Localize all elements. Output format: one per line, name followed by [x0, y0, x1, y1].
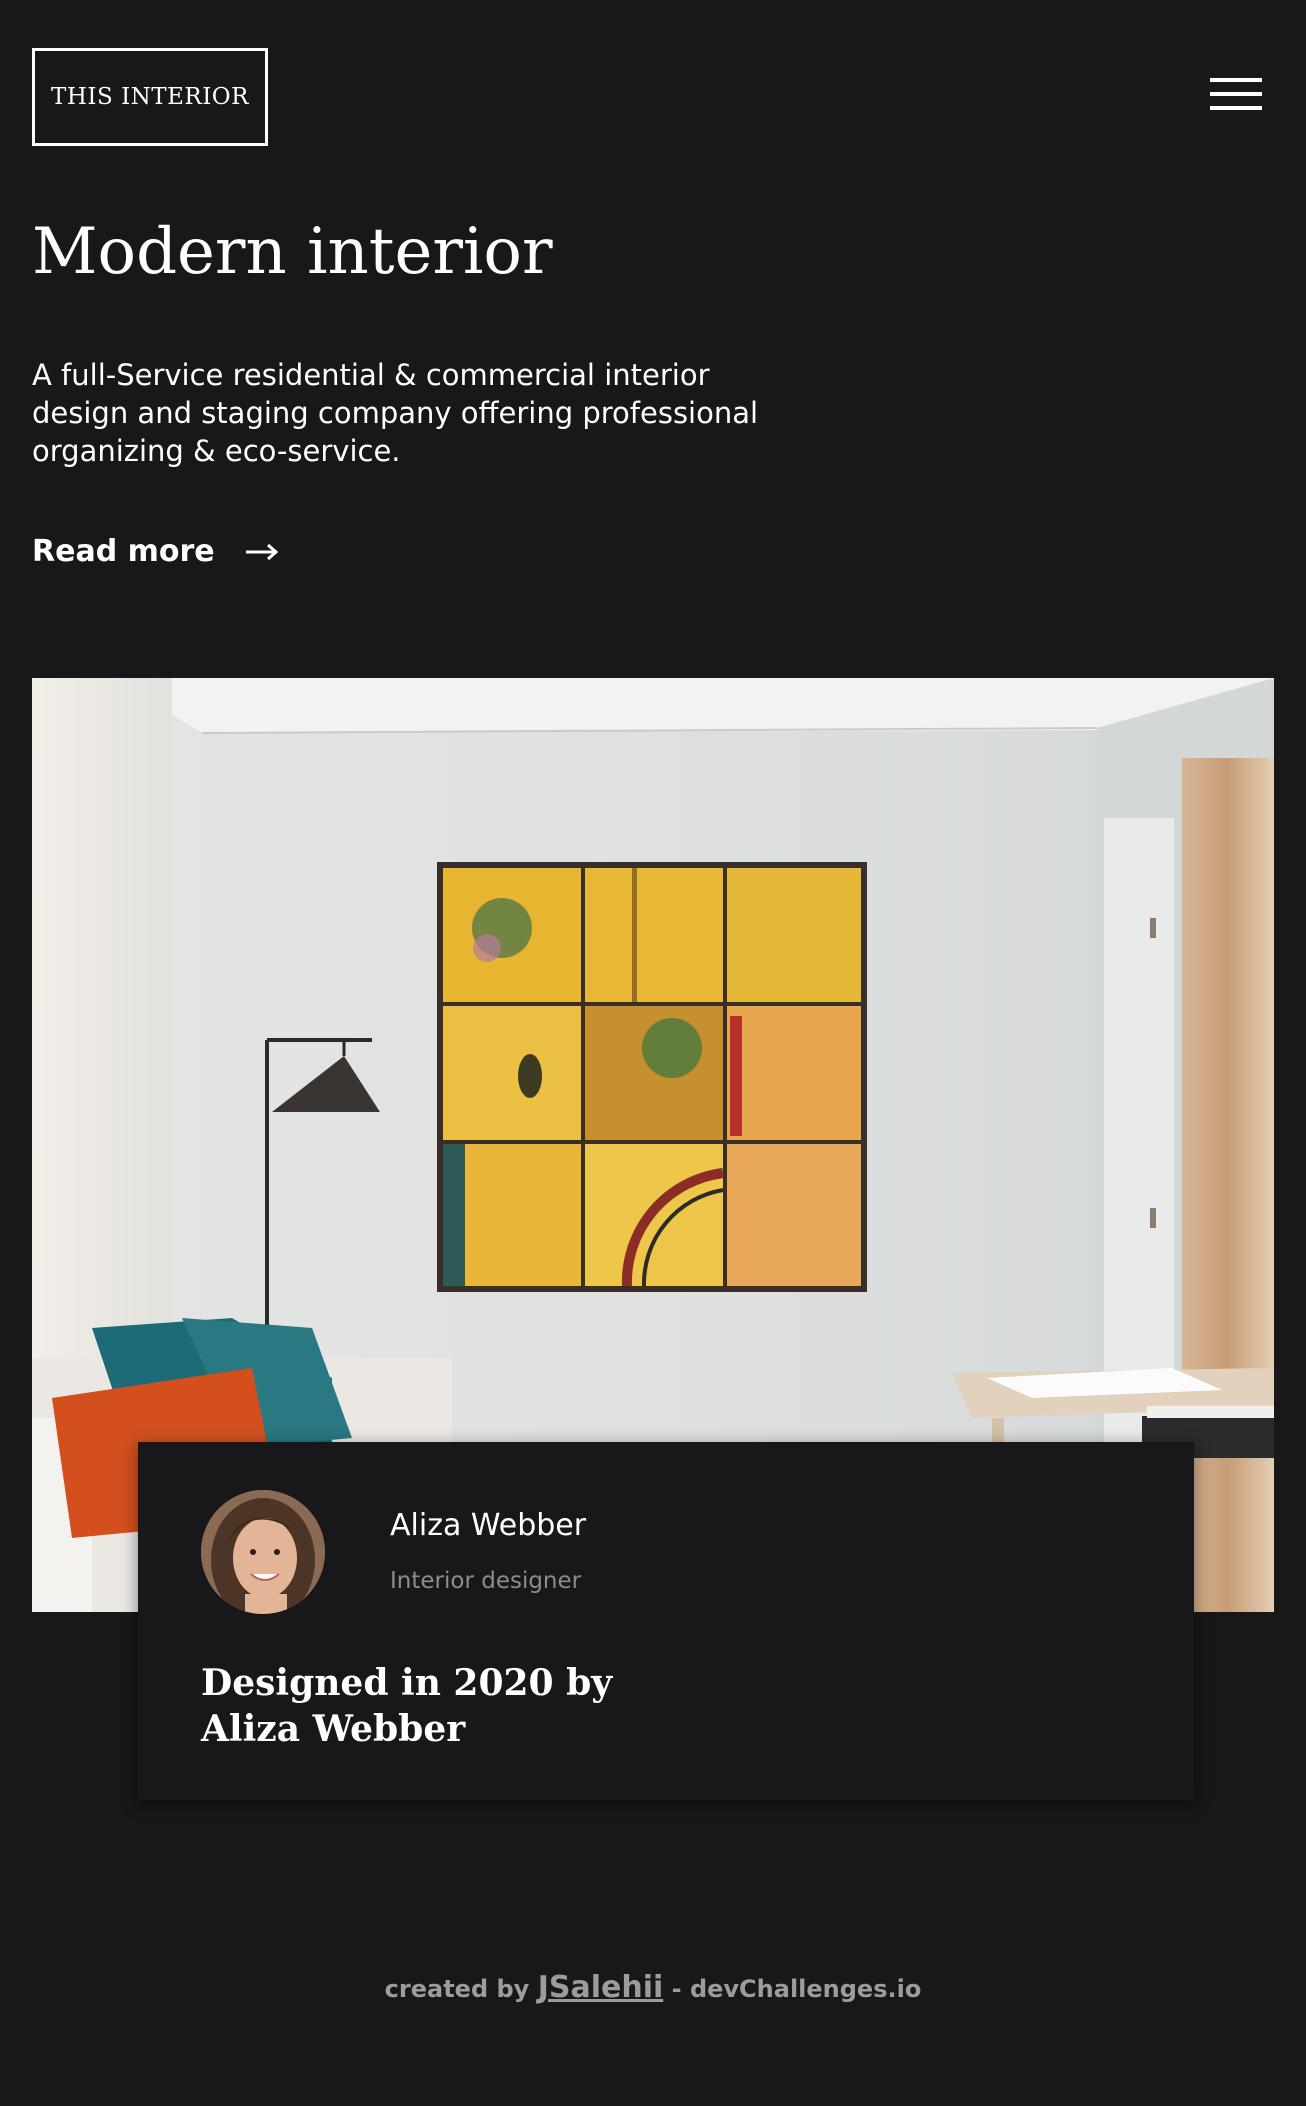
- designer-role: Interior designer: [390, 1568, 582, 1594]
- arrow-right-icon: [245, 543, 278, 560]
- footer-prefix: created by: [384, 1975, 530, 2003]
- card-caption: Designed in 2020 by Aliza Webber: [201, 1662, 613, 1750]
- logo-text: THIS INTERIOR: [51, 84, 249, 110]
- avatar: [201, 1490, 325, 1614]
- read-more-label: Read more: [32, 534, 215, 569]
- author-link[interactable]: JSalehii: [538, 1970, 664, 2005]
- designer-card: Aliza Webber Interior designer Designed …: [138, 1442, 1194, 1800]
- page: THIS INTERIOR Modern interior A full-Ser…: [0, 0, 1306, 2106]
- footer: created by JSalehii - devChallenges.io: [0, 1970, 1306, 2005]
- hamburger-menu-icon[interactable]: [1208, 76, 1264, 116]
- hero-title: Modern interior: [32, 215, 553, 289]
- read-more-link[interactable]: Read more: [32, 534, 279, 569]
- designer-name: Aliza Webber: [390, 1508, 587, 1543]
- site-logo[interactable]: THIS INTERIOR: [32, 48, 268, 146]
- footer-suffix: - devChallenges.io: [671, 1975, 922, 2003]
- hero-description: A full-Service residential & commercial …: [32, 358, 759, 468]
